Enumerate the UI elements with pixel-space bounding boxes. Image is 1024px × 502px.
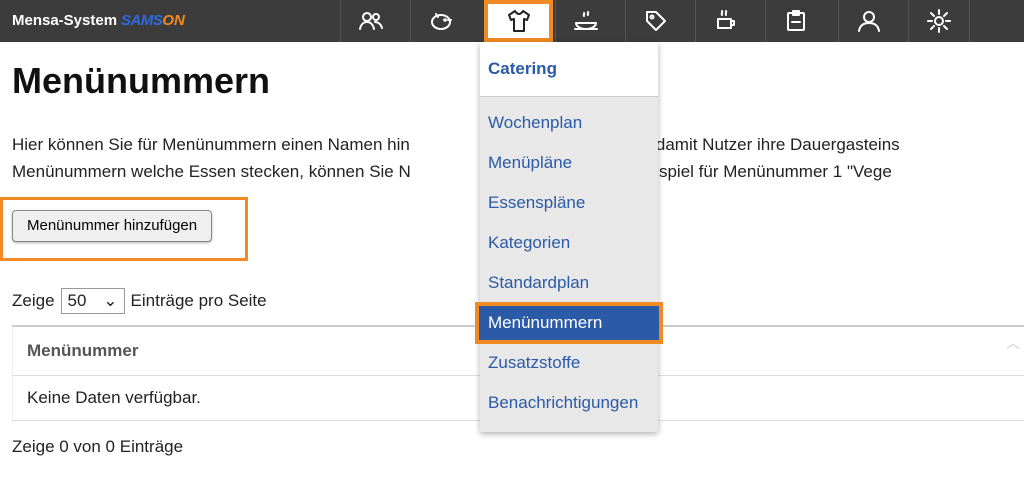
nav-drinks[interactable] bbox=[695, 0, 756, 42]
menu-item-wochenplan[interactable]: Wochenplan bbox=[480, 103, 658, 143]
gear-icon bbox=[927, 9, 951, 33]
dropdown-heading[interactable]: Catering bbox=[480, 42, 658, 97]
empty-table-message: Keine Daten verfügbar. bbox=[27, 388, 201, 407]
page-length-control: Zeige 50 ⌄ Einträge pro Seite bbox=[12, 288, 267, 314]
food-dish-icon bbox=[574, 11, 598, 30]
menu-item-menueplaene[interactable]: Menüpläne bbox=[480, 143, 658, 183]
people-icon bbox=[359, 12, 383, 30]
app-name: Mensa-System bbox=[12, 12, 118, 29]
menu-item-standardplan[interactable]: Standardplan bbox=[480, 263, 658, 303]
cup-icon bbox=[717, 10, 735, 29]
catering-dropdown-menu: Catering Wochenplan Menüpläne Essensplän… bbox=[475, 42, 663, 432]
brand[interactable]: Mensa-System SAMSON bbox=[12, 12, 185, 29]
page-length-select[interactable]: 50 ⌄ bbox=[60, 288, 125, 314]
page-length-value: 50 bbox=[67, 291, 87, 310]
nav-catering[interactable] bbox=[484, 0, 553, 42]
nav-tags[interactable] bbox=[625, 0, 686, 42]
sort-icon[interactable]: ︿ bbox=[1006, 333, 1020, 353]
column-header-label: Menünummer bbox=[27, 341, 139, 360]
clipboard-icon bbox=[787, 10, 805, 31]
menu-item-essensplaene[interactable]: Essenspläne bbox=[480, 183, 658, 223]
chevron-down-icon: ⌄ bbox=[103, 291, 118, 310]
length-suffix: Einträge pro Seite bbox=[130, 291, 267, 310]
page-title: Menünummern bbox=[12, 60, 271, 101]
intro-line1: Hier können Sie für Menünummern einen Na… bbox=[12, 135, 410, 154]
nav-orders[interactable] bbox=[765, 0, 826, 42]
shirt-icon bbox=[508, 10, 530, 32]
menu-item-zusatzstoffe[interactable]: Zusatzstoffe bbox=[480, 343, 658, 383]
table-info: Zeige 0 von 0 Einträge bbox=[12, 437, 184, 456]
menu-item-menuenummern[interactable]: Menünummern bbox=[475, 302, 663, 344]
nav-finance[interactable] bbox=[410, 0, 471, 42]
nav-people[interactable] bbox=[340, 0, 401, 42]
tag-icon bbox=[646, 11, 666, 31]
intro-line2: Menünummern welche Essen stecken, können… bbox=[12, 162, 411, 181]
nav-account[interactable] bbox=[838, 0, 899, 42]
menu-item-kategorien[interactable]: Kategorien bbox=[480, 223, 658, 263]
logo-text-part2: ON bbox=[162, 12, 185, 29]
menu-item-benachrichtigungen[interactable]: Benachrichtigungen bbox=[480, 383, 658, 423]
add-menu-number-button[interactable]: Menünummer hinzufügen bbox=[12, 210, 213, 242]
nav-settings[interactable] bbox=[908, 0, 970, 42]
piggy-bank-icon bbox=[431, 13, 452, 30]
top-navigation-bar: Mensa-System SAMSON bbox=[0, 0, 1024, 42]
nav-meals[interactable] bbox=[555, 0, 616, 42]
logo-text-part1: SAMS bbox=[121, 12, 163, 29]
length-prefix: Zeige bbox=[12, 291, 55, 310]
user-icon bbox=[858, 11, 880, 32]
